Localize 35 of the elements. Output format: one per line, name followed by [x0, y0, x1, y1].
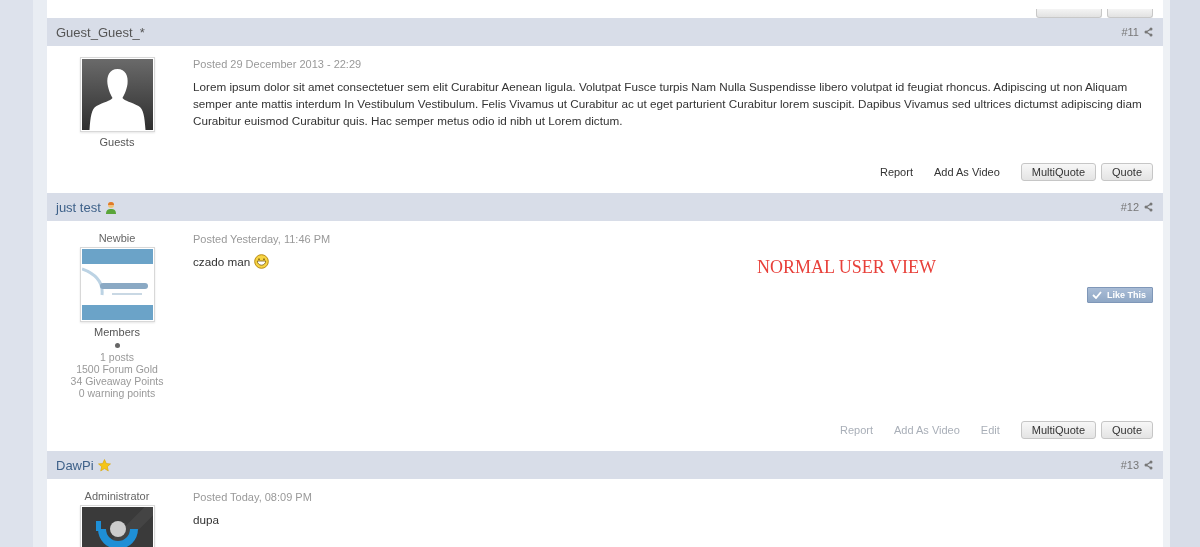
- post-number[interactable]: #11: [1121, 26, 1139, 38]
- action-link[interactable]: Report: [879, 166, 913, 178]
- action-button[interactable]: Quote: [1101, 163, 1153, 181]
- post-message: czado man: [193, 254, 251, 270]
- action-button[interactable]: MultiQuote: [1020, 421, 1097, 439]
- author-name[interactable]: just test: [56, 199, 101, 215]
- person-icon: [104, 200, 117, 214]
- share-icon[interactable]: [1144, 202, 1153, 212]
- grin-emoticon-icon: [254, 254, 270, 269]
- post-message: dupa: [193, 512, 219, 528]
- action-button[interactable]: Quote: [1101, 421, 1153, 439]
- action-button[interactable]: MultiQuote: [1020, 163, 1097, 181]
- post-number[interactable]: #12: [1120, 201, 1139, 213]
- author-name[interactable]: DawPi: [56, 457, 94, 473]
- member-stat: 1500 Forum Gold: [76, 363, 158, 375]
- member-stat: 0 warning points: [78, 387, 156, 399]
- share-icon[interactable]: [1144, 460, 1153, 470]
- action-link[interactable]: Add As Video: [933, 166, 1000, 178]
- post-date: Posted Today, 08:09 PM: [193, 491, 313, 503]
- post-number[interactable]: #13: [1120, 459, 1139, 471]
- checkmark-icon: [1092, 291, 1102, 299]
- member-stat: 34 Giveaway Points: [70, 375, 164, 387]
- share-icon[interactable]: [1144, 27, 1153, 37]
- member-stat: 1 posts: [100, 351, 134, 363]
- author-name[interactable]: Guest_Guest_*: [56, 24, 145, 40]
- post-message: Lorem ipsum dolor sit amet consectetuer sem elit Curabitur Aenean ligula. Volutpat Fusce turpis Nam Nulla Suspendisse libero volutpat id feugiat rhoncus. Adipiscing ut non Aliquam semper ante mattis interdum In Vestibulum Vestibulum. Felis Vivamus ut Curabitur ac ut eget parturient Curabitur lorem suscipit. Dapibus Vivamus sed ultrices dictumst adipiscing diam Curabitur euismod Curabitur quis. Hac semper metus odio id nibh ut Lorem dictum.: [193, 79, 1143, 129]
- member-group: Guests: [99, 136, 135, 148]
- member-title: Newbie: [98, 232, 136, 244]
- member-title: Administrator: [84, 490, 150, 502]
- avatar-silhouette[interactable]: [79, 57, 155, 132]
- post-date: Posted Yesterday, 11:46 PM: [193, 233, 332, 245]
- member-group: Members: [94, 326, 140, 338]
- post-date: Posted 29 December 2013 - 22:29: [193, 58, 363, 70]
- annotation-note: NORMAL USER VIEW: [757, 257, 936, 278]
- star-icon: [97, 458, 111, 472]
